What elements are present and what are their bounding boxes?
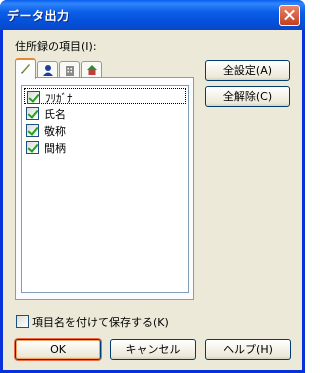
section-label: 住所録の項目(I): bbox=[15, 40, 97, 53]
save-checkbox-label: 項目名を付けて保存する(K) bbox=[32, 316, 169, 329]
list-item[interactable]: 氏名 bbox=[24, 105, 186, 121]
tab-house[interactable] bbox=[81, 61, 102, 78]
item-label: 敬称 bbox=[44, 125, 66, 138]
item-label: 間柄 bbox=[44, 142, 66, 155]
dialog-body: 住所録の項目(I): ﾌﾘｶﾞﾅ 氏名 敬称 間柄 全設定(A) 全解除(C) … bbox=[3, 30, 302, 370]
close-icon bbox=[280, 6, 299, 25]
item-checkbox[interactable] bbox=[26, 107, 39, 120]
tab-panel: ﾌﾘｶﾞﾅ 氏名 敬称 間柄 bbox=[15, 77, 194, 300]
tab-building[interactable] bbox=[59, 61, 80, 78]
pen-icon bbox=[21, 64, 30, 74]
ok-button[interactable]: OK bbox=[15, 339, 101, 360]
close-button[interactable] bbox=[279, 5, 300, 26]
help-button[interactable]: ヘルプ(H) bbox=[205, 339, 291, 360]
house-icon bbox=[87, 65, 97, 75]
building-icon bbox=[66, 66, 74, 76]
item-label: ﾌﾘｶﾞﾅ bbox=[45, 92, 73, 105]
list-item[interactable]: ﾌﾘｶﾞﾅ bbox=[24, 88, 186, 105]
cancel-button[interactable]: キャンセル bbox=[110, 339, 196, 360]
clear-all-button[interactable]: 全解除(C) bbox=[205, 86, 290, 107]
title-bar[interactable]: データ出力 bbox=[0, 0, 305, 30]
window-title: データ出力 bbox=[7, 9, 70, 23]
tab-person[interactable] bbox=[37, 61, 58, 78]
list-item[interactable]: 敬称 bbox=[24, 122, 186, 138]
save-checkbox[interactable] bbox=[16, 315, 29, 328]
dialog-window: データ出力 住所録の項目(I): ﾌﾘｶﾞﾅ 氏名 敬称 間柄 全設定(A) 全… bbox=[0, 0, 305, 373]
item-checkbox[interactable] bbox=[26, 124, 39, 137]
tab-pen[interactable] bbox=[15, 58, 36, 79]
list-item[interactable]: 間柄 bbox=[24, 139, 186, 155]
person-icon bbox=[43, 65, 53, 76]
select-all-button[interactable]: 全設定(A) bbox=[205, 60, 290, 81]
field-list[interactable]: ﾌﾘｶﾞﾅ 氏名 敬称 間柄 bbox=[21, 85, 189, 293]
item-checkbox[interactable] bbox=[26, 141, 39, 154]
item-label: 氏名 bbox=[44, 108, 66, 121]
item-checkbox[interactable] bbox=[27, 91, 40, 104]
